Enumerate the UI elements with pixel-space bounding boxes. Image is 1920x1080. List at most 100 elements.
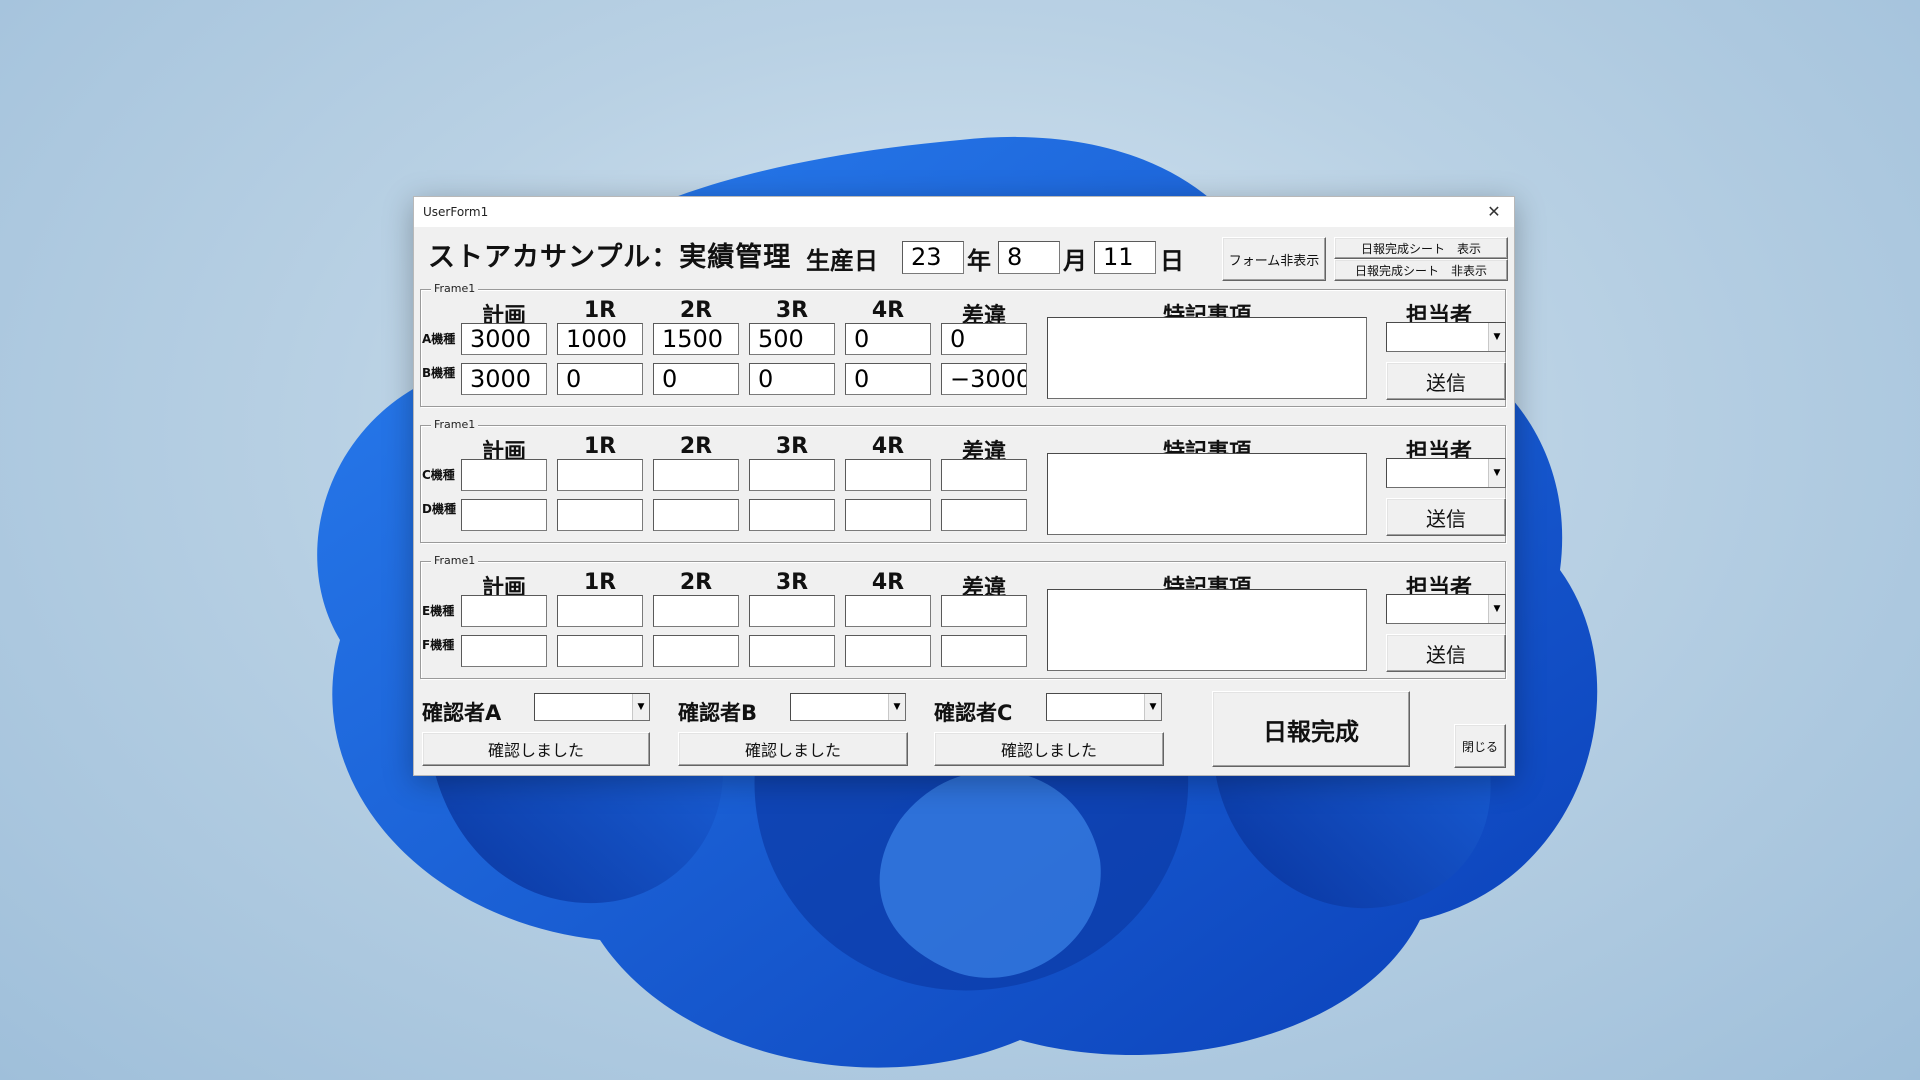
day-field[interactable]: 11 [1094,241,1156,274]
cell-e-plan[interactable] [461,595,547,627]
cell-e-4r[interactable] [845,595,931,627]
cell-a-2r[interactable]: 1500 [653,323,739,355]
chevron-down-icon[interactable]: ▼ [1488,323,1505,351]
cell-a-4r[interactable]: 0 [845,323,931,355]
chevron-down-icon[interactable]: ▼ [632,694,649,720]
frame-3: Frame1 計画 1R 2R 3R 4R 差違 特記事項 担当者 E機種 F機… [420,554,1506,679]
send-button[interactable]: 送信 [1386,498,1506,536]
year-field[interactable]: 23 [902,241,964,274]
confirmer-c-label: 確認者C [934,701,1013,725]
cell-f-4r[interactable] [845,635,931,667]
column-header-1r: 1R [583,434,617,459]
memo-field[interactable] [1047,453,1367,535]
close-button[interactable]: 閉じる [1454,724,1506,768]
cell-d-diff[interactable] [941,499,1027,531]
person-combo[interactable]: ▼ [1386,458,1506,488]
cell-b-3r[interactable]: 0 [749,363,835,395]
frame-legend: Frame1 [431,554,479,568]
row-label-d: D機種 [422,502,456,516]
chevron-down-icon[interactable]: ▼ [1144,694,1161,720]
send-button[interactable]: 送信 [1386,634,1506,672]
send-button[interactable]: 送信 [1386,362,1506,400]
frame-legend: Frame1 [431,282,479,296]
frame-2: Frame1 計画 1R 2R 3R 4R 差違 特記事項 担当者 C機種 D機… [420,418,1506,543]
confirm-c-button[interactable]: 確認しました [934,732,1164,766]
cell-a-3r[interactable]: 500 [749,323,835,355]
cell-e-diff[interactable] [941,595,1027,627]
chevron-down-icon[interactable]: ▼ [1488,459,1505,487]
title-bar: UserForm1 ✕ [414,197,1514,227]
row-label-c: C機種 [422,468,455,482]
confirmer-a-combo[interactable]: ▼ [534,693,650,721]
row-label-b: B機種 [422,366,456,380]
person-combo[interactable]: ▼ [1386,322,1506,352]
cell-b-plan[interactable]: 3000 [461,363,547,395]
cell-a-plan[interactable]: 3000 [461,323,547,355]
column-header-1r: 1R [583,298,617,323]
column-header-4r: 4R [871,570,905,595]
confirm-a-button[interactable]: 確認しました [422,732,650,766]
app-title: ストアカサンプル：実績管理 [428,242,792,273]
cell-f-3r[interactable] [749,635,835,667]
column-header-2r: 2R [679,434,713,459]
confirm-b-button[interactable]: 確認しました [678,732,908,766]
cell-b-2r[interactable]: 0 [653,363,739,395]
cell-b-diff[interactable]: −3000 [941,363,1027,395]
cell-c-3r[interactable] [749,459,835,491]
cell-f-plan[interactable] [461,635,547,667]
column-header-4r: 4R [871,298,905,323]
confirmer-a-label: 確認者A [422,701,502,725]
column-header-3r: 3R [775,434,809,459]
confirmer-b-label: 確認者B [678,701,758,725]
chevron-down-icon[interactable]: ▼ [1488,595,1505,623]
column-header-2r: 2R [679,298,713,323]
confirmer-c-combo[interactable]: ▼ [1046,693,1162,721]
column-header-3r: 3R [775,298,809,323]
month-label: 月 [1063,247,1087,275]
cell-c-4r[interactable] [845,459,931,491]
close-icon[interactable]: ✕ [1474,197,1514,227]
column-header-3r: 3R [775,570,809,595]
cell-c-2r[interactable] [653,459,739,491]
month-field[interactable]: 8 [998,241,1060,274]
cell-b-4r[interactable]: 0 [845,363,931,395]
year-label: 年 [967,247,991,275]
cell-c-diff[interactable] [941,459,1027,491]
cell-d-3r[interactable] [749,499,835,531]
chevron-down-icon[interactable]: ▼ [888,694,905,720]
cell-c-1r[interactable] [557,459,643,491]
cell-f-diff[interactable] [941,635,1027,667]
cell-d-plan[interactable] [461,499,547,531]
complete-report-button[interactable]: 日報完成 [1212,691,1410,767]
frame-legend: Frame1 [431,418,479,432]
cell-e-1r[interactable] [557,595,643,627]
memo-field[interactable] [1047,589,1367,671]
cell-e-2r[interactable] [653,595,739,627]
window-title: UserForm1 [423,205,489,219]
person-combo[interactable]: ▼ [1386,594,1506,624]
cell-a-diff[interactable]: 0 [941,323,1027,355]
row-label-e: E機種 [422,604,455,618]
column-header-1r: 1R [583,570,617,595]
memo-field[interactable] [1047,317,1367,399]
cell-d-1r[interactable] [557,499,643,531]
production-date-label: 生産日 [806,247,878,275]
userform-window: UserForm1 ✕ ストアカサンプル：実績管理 生産日 23 年 8 月 1… [413,196,1515,776]
cell-c-plan[interactable] [461,459,547,491]
row-label-a: A機種 [422,332,456,346]
frame-1: Frame1 計画 1R 2R 3R 4R 差違 特記事項 担当者 A機種 30… [420,282,1506,407]
show-report-sheet-button[interactable]: 日報完成シート 表示 [1334,237,1508,259]
column-header-2r: 2R [679,570,713,595]
cell-e-3r[interactable] [749,595,835,627]
cell-a-1r[interactable]: 1000 [557,323,643,355]
hide-report-sheet-button[interactable]: 日報完成シート 非表示 [1334,259,1508,281]
cell-d-2r[interactable] [653,499,739,531]
cell-f-2r[interactable] [653,635,739,667]
row-label-f: F機種 [422,638,455,652]
hide-form-button[interactable]: フォーム非表示 [1222,237,1326,281]
cell-d-4r[interactable] [845,499,931,531]
cell-b-1r[interactable]: 0 [557,363,643,395]
day-label: 日 [1160,247,1184,275]
cell-f-1r[interactable] [557,635,643,667]
confirmer-b-combo[interactable]: ▼ [790,693,906,721]
